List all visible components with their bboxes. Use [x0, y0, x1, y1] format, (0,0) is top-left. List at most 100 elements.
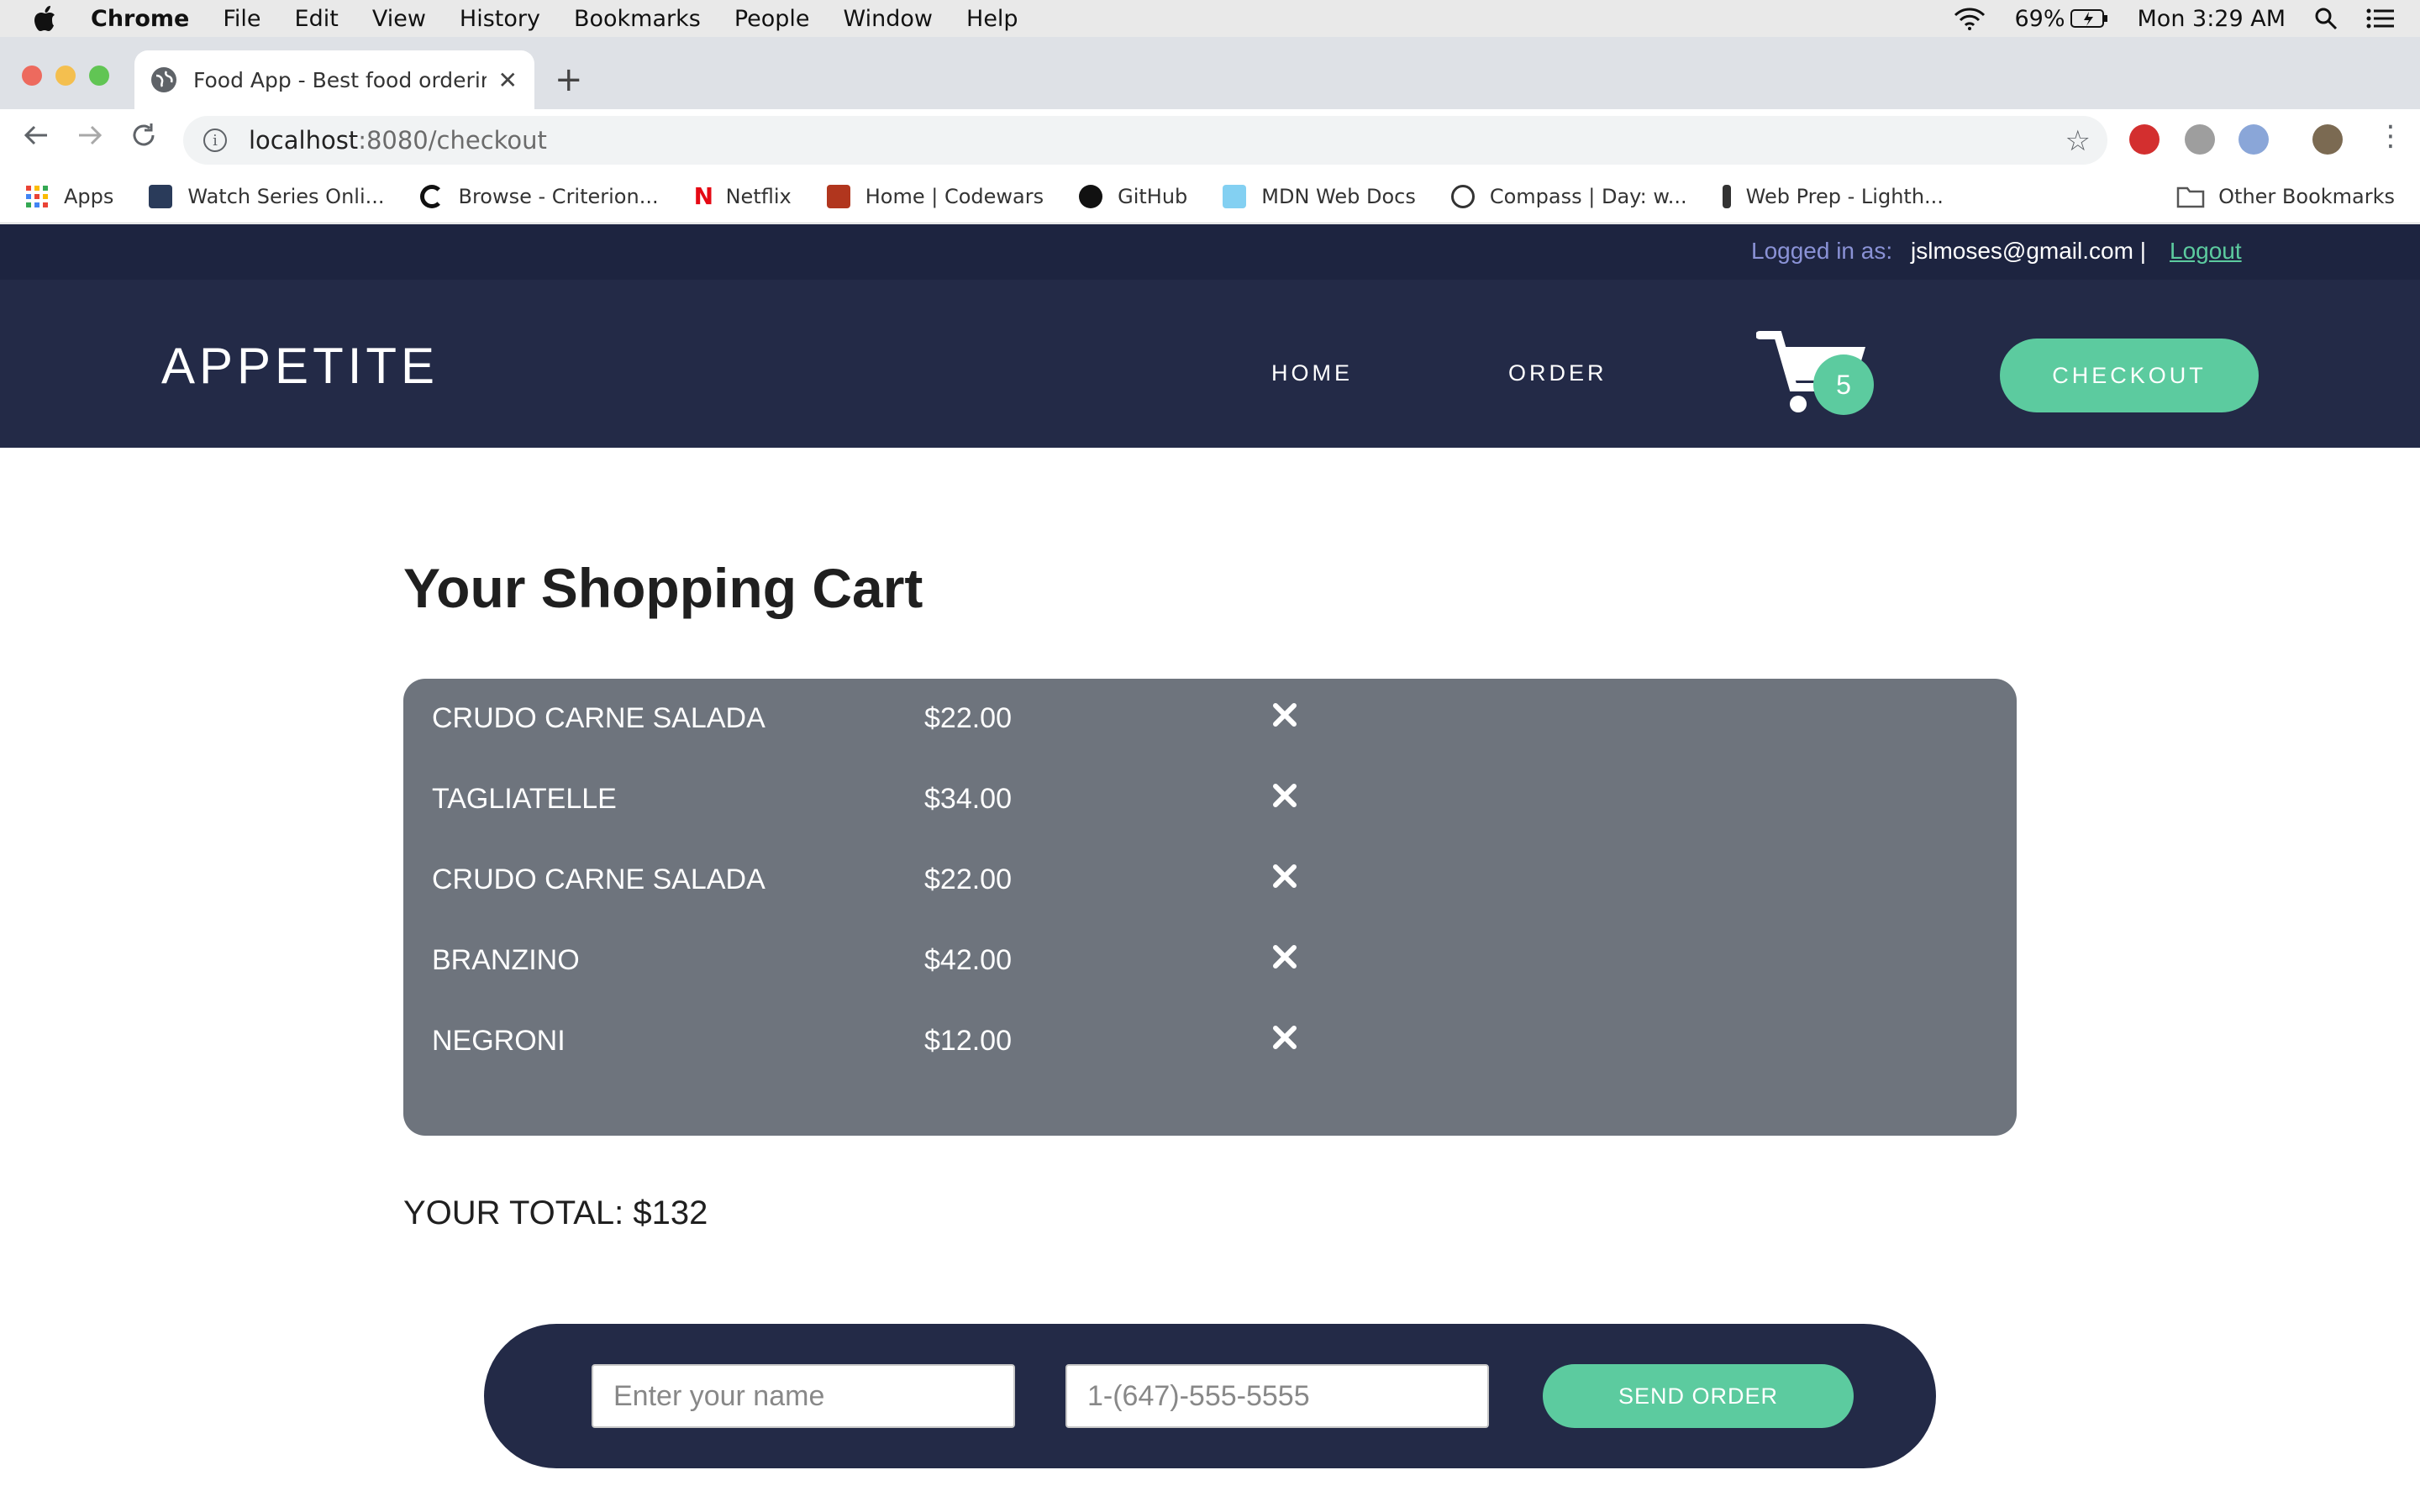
extension-blue-icon[interactable]: [2238, 124, 2269, 155]
back-arrow-icon[interactable]: [22, 121, 50, 157]
bookmark-label: GitHub: [1118, 184, 1188, 208]
spotlight-search-icon[interactable]: [2314, 7, 2338, 30]
cart-item-row: BRANZINO $42.00: [403, 921, 2017, 1001]
github-icon: [1079, 184, 1103, 208]
menu-help[interactable]: Help: [966, 6, 1018, 32]
address-bar[interactable]: i localhost:8080/checkout ☆: [183, 116, 2107, 165]
menu-app-name[interactable]: Chrome: [91, 6, 189, 32]
remove-item-icon[interactable]: [1264, 855, 1306, 897]
bookmark-label: Home | Codewars: [865, 184, 1044, 208]
menu-file[interactable]: File: [223, 6, 260, 32]
bookmark-criterion[interactable]: Browse - Criterion...: [419, 184, 659, 208]
cart-item-price: $34.00: [924, 783, 1012, 815]
cart-item-name: BRANZINO: [432, 944, 580, 976]
login-label: Logged in as:: [1751, 238, 1893, 264]
macos-menu-bar: Chrome File Edit View History Bookmarks …: [0, 0, 2420, 37]
extension-tomato-icon[interactable]: [2185, 124, 2215, 155]
forward-arrow-icon[interactable]: [76, 121, 104, 157]
order-form: SEND ORDER: [484, 1324, 1936, 1468]
remove-item-icon[interactable]: [1264, 694, 1306, 736]
menu-history[interactable]: History: [460, 6, 540, 32]
cart-item-price: $22.00: [924, 702, 1012, 734]
browser-tab-active[interactable]: Food App - Best food ordering ✕: [134, 50, 534, 109]
bookmark-compass[interactable]: Compass | Day: w...: [1450, 184, 1687, 208]
name-input[interactable]: [592, 1364, 1015, 1428]
nav-order-link[interactable]: ORDER: [1508, 360, 1607, 386]
cart-count-badge: 5: [1813, 354, 1874, 415]
bookmark-watch-series[interactable]: Watch Series Onli...: [149, 184, 385, 208]
phone-input[interactable]: [1065, 1364, 1489, 1428]
cart-item-name: NEGRONI: [432, 1025, 566, 1057]
bookmark-label: Web Prep - Lighth...: [1745, 184, 1944, 208]
criterion-icon: [419, 184, 444, 208]
bookmark-netflix[interactable]: N Netflix: [693, 181, 792, 210]
profile-avatar[interactable]: [2312, 124, 2343, 155]
menu-people[interactable]: People: [734, 6, 810, 32]
cart-item-name: CRUDO CARNE SALADA: [432, 864, 765, 895]
cart-item-row: CRUDO CARNE SALADA $22.00: [403, 840, 2017, 921]
battery-status[interactable]: 69%: [2014, 6, 2108, 32]
bookmark-label: Watch Series Onli...: [187, 184, 385, 208]
mdn-icon: [1223, 184, 1247, 208]
order-total: YOUR TOTAL: $132: [403, 1194, 708, 1231]
tab-close-icon[interactable]: ✕: [498, 66, 518, 94]
adblock-extension-icon[interactable]: [2129, 124, 2160, 155]
menu-clock[interactable]: Mon 3:29 AM: [2138, 6, 2286, 32]
brand-logo[interactable]: APPETITE: [161, 337, 439, 395]
bookmark-label: MDN Web Docs: [1261, 184, 1416, 208]
new-tab-icon[interactable]: +: [555, 60, 583, 99]
menu-edit[interactable]: Edit: [295, 6, 339, 32]
cart-item-price: $22.00: [924, 864, 1012, 895]
cart-items-panel: CRUDO CARNE SALADA $22.00 TAGLIATELLE $3…: [403, 679, 2017, 1136]
reload-icon[interactable]: [129, 121, 158, 157]
site-header: APPETITE HOME ORDER 5 CHECKOUT: [0, 280, 2420, 448]
window-close-icon[interactable]: [22, 66, 42, 86]
checkout-button[interactable]: CHECKOUT: [2000, 339, 2259, 412]
cart-item-price: $42.00: [924, 944, 1012, 976]
apps-grid-icon: [26, 185, 48, 207]
cart-item-row: NEGRONI $12.00: [403, 1001, 2017, 1082]
menu-view[interactable]: View: [372, 6, 426, 32]
menu-window[interactable]: Window: [844, 6, 933, 32]
codewars-icon: [826, 184, 850, 208]
tab-title: Food App - Best food ordering: [193, 67, 487, 92]
cart-item-row: TAGLIATELLE $34.00: [403, 759, 2017, 840]
remove-item-icon[interactable]: [1264, 774, 1306, 816]
notification-center-icon[interactable]: [2366, 8, 2395, 29]
nav-home-link[interactable]: HOME: [1271, 360, 1353, 386]
bookmark-codewars[interactable]: Home | Codewars: [826, 184, 1044, 208]
browser-toolbar: i localhost:8080/checkout ☆ ⋮: [0, 109, 2420, 170]
menu-bookmarks[interactable]: Bookmarks: [574, 6, 701, 32]
window-zoom-icon[interactable]: [89, 66, 109, 86]
cart-item-price: $12.00: [924, 1025, 1012, 1057]
send-order-button[interactable]: SEND ORDER: [1543, 1364, 1854, 1428]
compass-icon: [1450, 184, 1475, 208]
netflix-icon: N: [693, 181, 714, 210]
other-bookmarks-label: Other Bookmarks: [2218, 184, 2395, 208]
logout-link[interactable]: Logout: [2170, 238, 2242, 265]
bookmark-web-prep[interactable]: Web Prep - Lighth...: [1722, 184, 1944, 208]
lighthouse-icon: [1722, 184, 1731, 208]
chrome-menu-icon[interactable]: ⋮: [2376, 119, 2405, 153]
browser-tab-strip: Food App - Best food ordering ✕ +: [0, 37, 2420, 109]
site-info-icon[interactable]: i: [203, 129, 227, 152]
bookmark-github[interactable]: GitHub: [1079, 184, 1188, 208]
bookmark-apps[interactable]: Apps: [25, 185, 113, 208]
page-title: Your Shopping Cart: [403, 557, 923, 619]
globe-favicon-icon: [151, 67, 176, 92]
bookmark-mdn[interactable]: MDN Web Docs: [1223, 184, 1416, 208]
bookmark-other-folder[interactable]: Other Bookmarks: [2176, 185, 2395, 208]
bookmark-label: Apps: [64, 184, 114, 208]
remove-item-icon[interactable]: [1264, 1016, 1306, 1058]
window-minimize-icon[interactable]: [55, 66, 76, 86]
wifi-icon[interactable]: [1954, 7, 1986, 30]
login-bar: Logged in as: jslmoses@gmail.com | Logou…: [0, 224, 2420, 280]
bookmark-star-icon[interactable]: ☆: [2065, 124, 2091, 158]
cart-item-row: CRUDO CARNE SALADA $22.00: [403, 679, 2017, 759]
bookmarks-bar: Apps Watch Series Onli... Browse - Crite…: [0, 170, 2420, 223]
remove-item-icon[interactable]: [1264, 936, 1306, 978]
watch-series-icon: [149, 184, 173, 208]
cart-item-name: CRUDO CARNE SALADA: [432, 702, 765, 734]
url-host: localhost: [249, 126, 359, 155]
apple-logo-icon[interactable]: [32, 4, 66, 33]
